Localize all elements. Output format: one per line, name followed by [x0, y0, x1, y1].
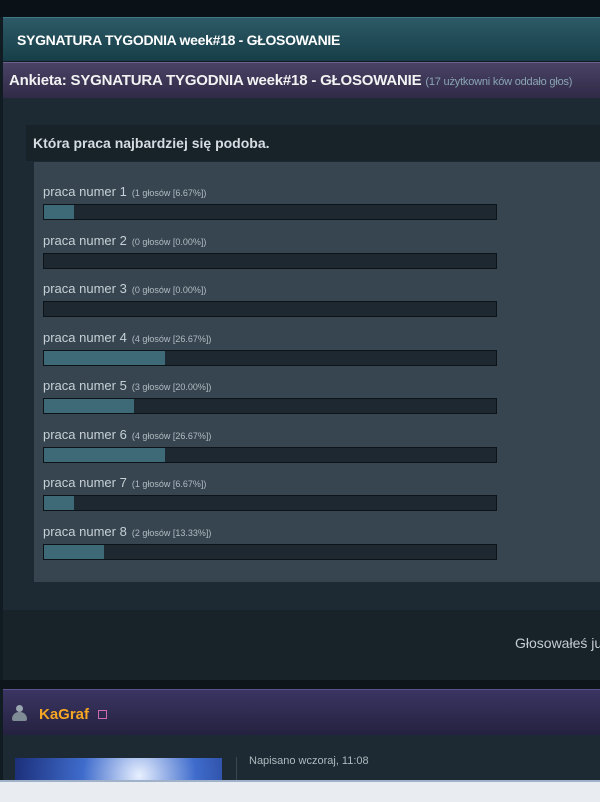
poll-vote-count: (17 użytkowni ków oddało głos) [425, 76, 573, 88]
poll-question: Która praca najbardziej się podoba. [33, 135, 270, 151]
poll-choice-2: praca numer 2 (0 głosów [0.00%]) [43, 233, 503, 273]
topic-title: SYGNATURA TYGODNIA week#18 - GŁOSOWANIE [17, 32, 341, 48]
choice-progress-fill [44, 399, 135, 413]
choice-label: praca numer 8 (2 głosów [13.33%]) [43, 524, 211, 539]
poll-choice-1: praca numer 1 (1 głosów [6.67%]) [43, 184, 503, 224]
poll-choice-7: praca numer 7 (1 głosów [6.67%]) [43, 475, 503, 515]
choice-votes: (4 głosów [26.67%]) [131, 431, 212, 441]
post-body: Napisano wczoraj, 11:08 [3, 735, 600, 780]
choice-progress-bar [43, 350, 497, 366]
poll-body: Która praca najbardziej się podoba. prac… [3, 98, 600, 610]
choice-label: praca numer 1 (1 głosów [6.67%]) [43, 184, 206, 199]
choice-votes: (1 głosów [6.67%]) [131, 188, 207, 198]
choice-votes: (0 głosów [0.00%]) [131, 285, 207, 295]
poll-header: Ankieta: SYGNATURA TYGODNIA week#18 - GŁ… [3, 62, 600, 99]
already-voted-text: Głosowałeś już [515, 635, 600, 651]
poll-choice-5: praca numer 5 (3 głosów [20.00%]) [43, 378, 503, 418]
poll-choice-8: praca numer 8 (2 głosów [13.33%]) [43, 524, 503, 564]
post-divider [236, 757, 237, 780]
choice-votes: (1 głosów [6.67%]) [131, 479, 207, 489]
post-header: KaGraf [3, 689, 600, 736]
poll-choices: praca numer 1 (1 głosów [6.67%]) praca nu… [34, 162, 600, 582]
poll-footer: Głosowałeś już [3, 610, 600, 680]
choice-name: praca numer 8 [43, 524, 127, 539]
choice-votes: (2 głosów [13.33%]) [131, 528, 212, 538]
choice-label: praca numer 7 (1 głosów [6.67%]) [43, 475, 206, 490]
user-icon [11, 705, 27, 721]
choice-label: praca numer 5 (3 głosów [20.00%]) [43, 378, 211, 393]
choice-progress-bar [43, 495, 497, 511]
post-username[interactable]: KaGraf [39, 706, 89, 723]
poll-choice-4: praca numer 4 (4 głosów [26.67%]) [43, 330, 503, 370]
choice-progress-bar [43, 301, 497, 317]
choice-name: praca numer 3 [43, 281, 127, 296]
choice-name: praca numer 2 [43, 233, 127, 248]
choice-progress-fill [44, 496, 75, 510]
poll-header-text: Ankieta: SYGNATURA TYGODNIA week#18 - GŁ… [9, 72, 422, 89]
choice-progress-bar [43, 253, 497, 269]
choice-progress-fill [44, 205, 75, 219]
top-strip [0, 0, 600, 17]
choice-name: praca numer 5 [43, 378, 127, 393]
choice-progress-bar [43, 544, 497, 560]
topic-title-bar: SYGNATURA TYGODNIA week#18 - GŁOSOWANIE [3, 17, 600, 61]
poll-question-bar: Która praca najbardziej się podoba. [26, 125, 600, 161]
poll-choice-6: praca numer 6 (4 głosów [26.67%]) [43, 427, 503, 467]
choice-votes: (4 głosów [26.67%]) [131, 334, 212, 344]
choice-votes: (3 głosów [20.00%]) [131, 382, 212, 392]
post-date: Napisano wczoraj, 11:08 [249, 755, 369, 767]
poll-title: Ankieta: SYGNATURA TYGODNIA week#18 - GŁ… [9, 72, 572, 89]
choice-progress-bar [43, 204, 497, 220]
poll-choice-3: praca numer 3 (0 głosów [0.00%]) [43, 281, 503, 321]
choice-name: praca numer 7 [43, 475, 127, 490]
choice-progress-bar [43, 398, 497, 414]
choice-label: praca numer 3 (0 głosów [0.00%]) [43, 281, 206, 296]
choice-progress-fill [44, 545, 105, 559]
browser-bottom-bar [0, 780, 600, 802]
choice-label: praca numer 2 (0 głosów [0.00%]) [43, 233, 206, 248]
choice-votes: (0 głosów [0.00%]) [131, 237, 207, 247]
choice-label: praca numer 6 (4 głosów [26.67%]) [43, 427, 211, 442]
choice-label: praca numer 4 (4 głosów [26.67%]) [43, 330, 211, 345]
choice-progress-bar [43, 447, 497, 463]
user-avatar-image [15, 758, 222, 780]
choice-name: praca numer 1 [43, 184, 127, 199]
post-separator [0, 680, 600, 689]
profile-link-icon[interactable] [98, 710, 107, 719]
choice-name: praca numer 4 [43, 330, 127, 345]
choice-progress-fill [44, 351, 165, 365]
choice-name: praca numer 6 [43, 427, 127, 442]
choice-progress-fill [44, 448, 165, 462]
